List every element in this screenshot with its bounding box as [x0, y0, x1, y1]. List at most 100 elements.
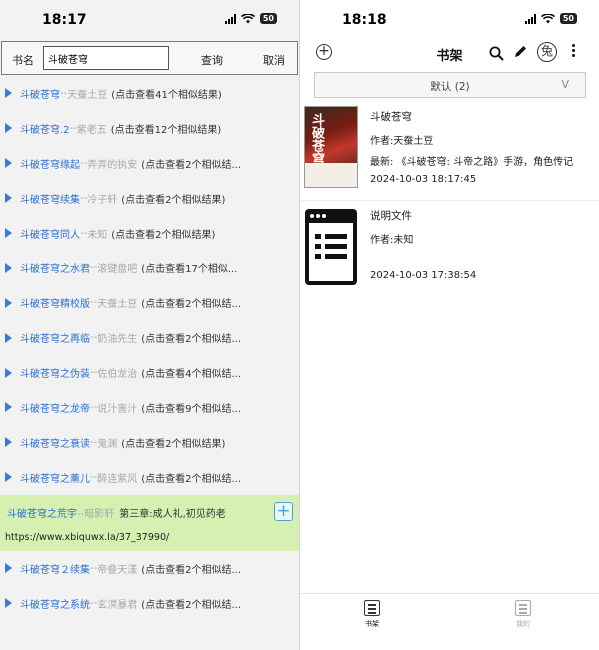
result-sep: -- — [60, 87, 68, 99]
expand-triangle-icon[interactable] — [5, 228, 12, 238]
more-icon[interactable] — [572, 44, 576, 59]
expanded-title-line: 斗破苍穹之荒宇--暗影轩 第三章:成人礼,初见药老 — [7, 508, 226, 520]
result-author: 弄弄的执安 — [87, 159, 138, 171]
cover-title: 斗破苍穹 — [309, 113, 324, 165]
result-title: 斗破苍穹之龙帝 — [20, 403, 90, 415]
result-title: 斗破苍穹之薰儿 — [20, 473, 90, 485]
result-row[interactable]: 斗破苍穹之薰儿 -- 醉连紫风 (点击查看2个相似结... — [0, 460, 299, 495]
result-author: 帝叠天漾 — [97, 564, 138, 576]
result-author: 玄溟暴君 — [97, 599, 138, 611]
result-row[interactable]: 斗破苍穹缘起 -- 弄弄的执安 (点击查看2个相似结... — [0, 146, 299, 181]
rabbit-icon[interactable]: 兔 — [537, 42, 557, 62]
search-label: 书名 — [12, 54, 34, 67]
expand-triangle-icon[interactable] — [5, 598, 12, 609]
result-sep: -- — [90, 262, 98, 274]
wifi-icon — [540, 13, 555, 23]
result-sep: -- — [90, 297, 98, 309]
result-row[interactable]: 斗破苍穹精校版 -- 天蚕土豆 (点击查看2个相似结... — [0, 285, 299, 320]
result-author: 说汁害汁 — [97, 403, 138, 415]
expand-triangle-icon[interactable] — [5, 123, 12, 134]
result-row[interactable]: 斗破苍穹之衰读 -- 鬼渊 (点击查看2个相似结果) — [0, 425, 299, 460]
result-row[interactable]: 斗破苍穹续集 -- 冷子轩 (点击查看2个相似结果) — [0, 181, 299, 216]
nav-label: 书架 — [365, 620, 379, 628]
chevron-down-icon: V — [561, 78, 569, 91]
book-latest: 最新: 《斗破苍穹: 斗帝之路》手游，角色传记 — [370, 157, 574, 168]
result-row[interactable]: 斗破苍穹同人 -- 未知 (点击查看2个相似结果) — [0, 216, 299, 251]
expand-triangle-icon[interactable] — [5, 402, 12, 413]
expand-triangle-icon[interactable] — [5, 262, 12, 273]
search-icon[interactable] — [489, 46, 504, 61]
search-bar: 书名 查询 取消 — [1, 41, 298, 75]
result-sep: -- — [90, 597, 98, 609]
result-title: 斗破苍穹.2 — [20, 124, 70, 136]
group-selector[interactable]: 默认 (2) V — [314, 72, 586, 98]
result-count: (点击查看2个相似结果) — [121, 194, 226, 206]
result-url: https://www.xbiquwx.la/37_37990/ — [5, 531, 170, 543]
result-author: 奶油先生 — [97, 334, 138, 346]
result-sep: -- — [80, 192, 88, 204]
document-icon — [305, 209, 357, 285]
book-item[interactable]: 说明文件 作者:未知 2024-10-03 17:38:54 — [300, 202, 599, 290]
expand-triangle-icon[interactable] — [5, 297, 12, 308]
result-row[interactable]: 斗破苍穹２续集 -- 帝叠天漾 (点击查看2个相似结... — [0, 551, 299, 586]
battery-icon: 50 — [559, 13, 577, 24]
result-count: (点击查看2个相似结... — [141, 334, 242, 346]
nav-mine[interactable]: 我的 — [515, 600, 531, 629]
result-title: 斗破苍穹之再临 — [20, 334, 90, 346]
result-row[interactable]: 斗破苍穹之系统 -- 玄溟暴君 (点击查看2个相似结... — [0, 586, 299, 621]
result-sep: -- — [80, 157, 88, 169]
result-row[interactable]: 斗破苍穹 -- 天蚕土豆 (点击查看41个相似结果) — [0, 76, 299, 111]
book-author: 作者:天蚕土豆 — [370, 136, 434, 147]
result-row[interactable]: 斗破苍穹之水君 -- 滚键盘吧 (点击查看17个相似... — [0, 250, 299, 285]
result-sep: -- — [90, 401, 98, 413]
expand-triangle-icon[interactable] — [5, 158, 12, 169]
result-author: 天蚕土豆 — [97, 299, 138, 311]
result-author: 天蚕土豆 — [67, 89, 108, 101]
book-item[interactable]: 斗破苍穹 斗破苍穹 作者:天蚕土豆 最新: 《斗破苍穹: 斗帝之路》手游，角色传… — [300, 102, 599, 201]
result-sep: -- — [69, 122, 77, 134]
expand-triangle-icon[interactable] — [5, 472, 12, 483]
result-row[interactable]: 斗破苍穹之再临 -- 奶油先生 (点击查看2个相似结... — [0, 320, 299, 355]
result-count: (点击查看2个相似结... — [141, 599, 242, 611]
add-to-shelf-icon[interactable]: + — [274, 501, 293, 521]
bookshelf-icon — [364, 600, 380, 616]
bottom-nav: 书架 我的 — [300, 593, 599, 650]
result-author: 冷子轩 — [87, 194, 118, 206]
signal-icon — [524, 13, 536, 24]
expand-triangle-icon[interactable] — [5, 332, 12, 343]
expanded-result[interactable]: 斗破苍穹之荒宇--暗影轩 第三章:成人礼,初见药老 + https://www.x… — [0, 494, 299, 551]
expand-triangle-icon[interactable] — [5, 367, 12, 378]
result-title: 斗破苍穹之伪装 — [20, 369, 90, 381]
result-title: 斗破苍穹缘起 — [20, 159, 80, 171]
result-row[interactable]: 斗破苍穹之龙帝 -- 说汁害汁 (点击查看9个相似结... — [0, 390, 299, 425]
result-count: (点击查看2个相似结... — [141, 473, 242, 485]
result-count: (点击查看2个相似结... — [141, 564, 242, 576]
result-sep: -- — [90, 367, 98, 379]
result-title: 斗破苍穹续集 — [20, 194, 80, 206]
search-input[interactable] — [43, 46, 169, 70]
expand-triangle-icon[interactable] — [5, 563, 12, 574]
result-author: 鬼渊 — [97, 438, 118, 450]
status-icons: 50 — [224, 13, 277, 24]
cancel-button[interactable]: 取消 — [263, 52, 285, 68]
result-count: (点击查看17个相似... — [141, 264, 238, 276]
edit-icon[interactable] — [513, 44, 528, 59]
book-time: 2024-10-03 17:38:54 — [370, 270, 477, 281]
result-row[interactable]: 斗破苍穹之伪装 -- 佐伯龙治 (点击查看4个相似结... — [0, 355, 299, 390]
result-title: 斗破苍穹２续集 — [20, 564, 90, 576]
status-time: 18:18 — [342, 12, 387, 28]
nav-bookshelf[interactable]: 书架 — [364, 600, 380, 629]
result-author: 醉连紫风 — [97, 473, 138, 485]
query-button[interactable]: 查询 — [201, 52, 223, 68]
book-title: 说明文件 — [370, 210, 412, 222]
expand-triangle-icon[interactable] — [5, 88, 12, 99]
expand-triangle-icon[interactable] — [5, 193, 12, 204]
expand-triangle-icon[interactable] — [5, 437, 12, 448]
result-title: 斗破苍穹同人 — [20, 229, 80, 241]
result-count: (点击查看2个相似结果) — [121, 438, 226, 450]
nav-label: 我的 — [516, 620, 530, 628]
result-row[interactable]: 斗破苍穹.2 -- 紫老五 (点击查看12个相似结果) — [0, 111, 299, 146]
result-title: 斗破苍穹之系统 — [20, 599, 90, 611]
status-time: 18:17 — [42, 12, 87, 28]
result-author: 滚键盘吧 — [97, 264, 138, 276]
